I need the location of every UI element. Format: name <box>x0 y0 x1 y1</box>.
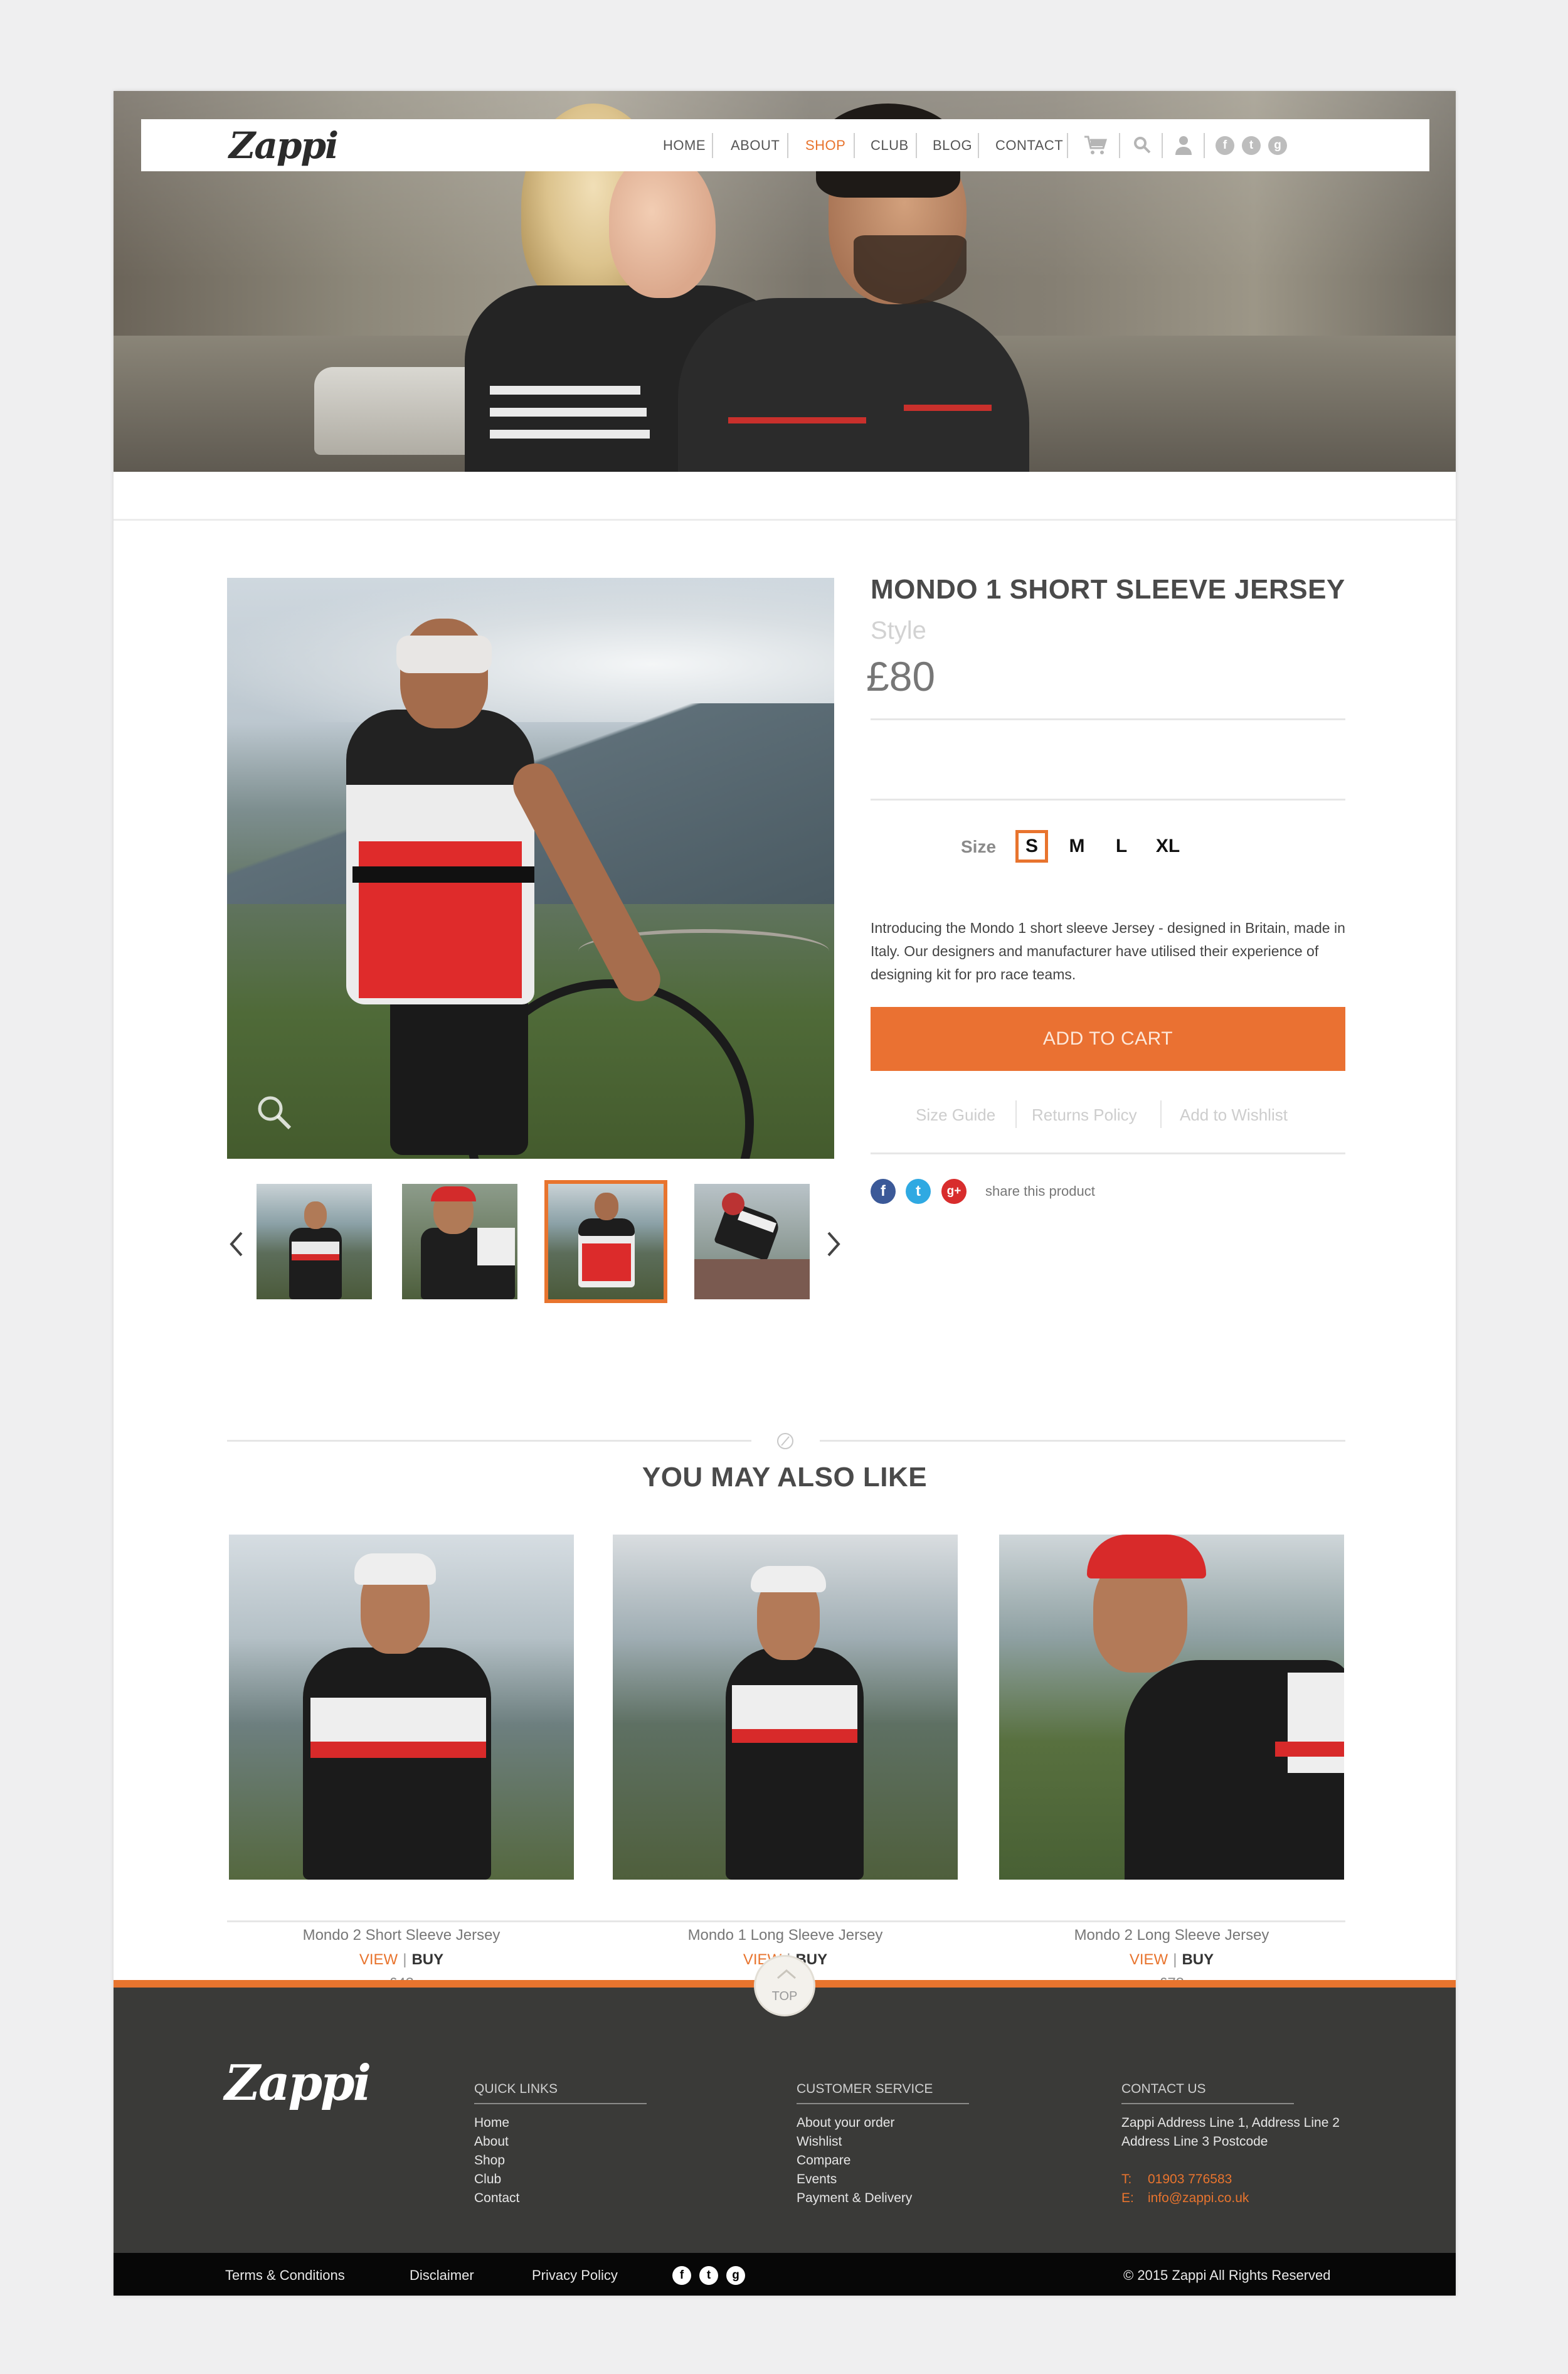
product-thumbnail-selected[interactable] <box>544 1180 667 1303</box>
contact-phone-label: T: <box>1121 2172 1132 2186</box>
size-option-xl[interactable]: XL <box>1146 830 1190 863</box>
footer-link-payment-delivery[interactable]: Payment & Delivery <box>797 2191 912 2206</box>
product-thumbnail[interactable] <box>694 1184 810 1299</box>
contact-address-line: Address Line 3 Postcode <box>1121 2134 1268 2149</box>
contact-email-label: E: <box>1121 2191 1134 2205</box>
footer-link-wishlist[interactable]: Wishlist <box>797 2134 842 2149</box>
logo[interactable]: Zappi <box>229 124 339 167</box>
page: Zappi HOME ABOUT SHOP CLUB BLOG CONTACT … <box>114 91 1456 2296</box>
product-style-label: Style <box>871 617 926 644</box>
add-to-cart-button[interactable]: ADD TO CART <box>871 1007 1345 1071</box>
disclaimer-link[interactable]: Disclaimer <box>410 2267 474 2284</box>
zoom-icon[interactable] <box>255 1094 293 1131</box>
view-link[interactable]: VIEW <box>1130 1951 1168 1968</box>
add-to-wishlist-link[interactable]: Add to Wishlist <box>1180 1105 1288 1125</box>
footer-link-club[interactable]: Club <box>474 2172 501 2187</box>
google-plus-icon[interactable]: g <box>726 2266 745 2285</box>
related-product-name[interactable]: Mondo 2 Long Sleeve Jersey <box>999 1927 1344 1944</box>
facebook-icon[interactable]: f <box>1216 136 1234 155</box>
nav-blog[interactable]: BLOG <box>933 137 972 154</box>
footer-link-compare[interactable]: Compare <box>797 2153 850 2168</box>
product-main-image[interactable] <box>227 578 834 1159</box>
related-product-image[interactable] <box>613 1535 958 1880</box>
google-plus-icon[interactable]: g+ <box>941 1179 967 1204</box>
size-label: Size <box>961 837 997 856</box>
related-product-name[interactable]: Mondo 1 Long Sleeve Jersey <box>613 1927 958 1944</box>
buy-link[interactable]: BUY <box>411 1951 443 1968</box>
product-description: Introducing the Mondo 1 short sleeve Jer… <box>871 920 1345 982</box>
divider <box>227 1440 751 1442</box>
divider <box>820 1440 1345 1442</box>
footer-logo[interactable]: Zappi <box>225 2055 371 2112</box>
nav-shop[interactable]: SHOP <box>805 137 845 154</box>
twitter-icon[interactable]: t <box>906 1179 931 1204</box>
divider <box>871 718 1345 720</box>
back-to-top-button[interactable]: TOP <box>754 1955 815 2016</box>
footer-link-events[interactable]: Events <box>797 2172 837 2187</box>
nav-home[interactable]: HOME <box>663 137 706 154</box>
copyright-text: © 2015 Zappi All Rights Reserved <box>1123 2267 1331 2283</box>
twitter-icon[interactable]: t <box>1242 136 1261 155</box>
related-product-image[interactable] <box>999 1535 1344 1880</box>
search-icon[interactable] <box>1133 136 1152 157</box>
cart-icon[interactable] <box>1083 134 1108 159</box>
size-option-s[interactable]: S <box>1015 830 1048 863</box>
footer-link-home[interactable]: Home <box>474 2116 509 2131</box>
contact-email[interactable]: info@zappi.co.uk <box>1148 2191 1249 2206</box>
chevron-up-icon <box>777 1969 796 1979</box>
quick-links-heading: QUICK LINKS <box>474 2082 647 2104</box>
footer-link-about-order[interactable]: About your order <box>797 2116 894 2131</box>
contact-phone[interactable]: 01903 776583 <box>1148 2172 1232 2187</box>
product-price: £80 <box>866 653 936 700</box>
contact-address-line: Zappi Address Line 1, Address Line 2 <box>1121 2116 1340 2130</box>
related-product-image[interactable] <box>229 1535 574 1880</box>
top-navbar: Zappi HOME ABOUT SHOP CLUB BLOG CONTACT … <box>141 119 1429 171</box>
product-thumbnail[interactable] <box>402 1184 517 1299</box>
footer-link-about[interactable]: About <box>474 2134 509 2149</box>
size-option-m[interactable]: M <box>1061 830 1093 863</box>
divider <box>871 1152 1345 1154</box>
buy-link[interactable]: BUY <box>1182 1951 1214 1968</box>
user-icon[interactable] <box>1174 135 1193 158</box>
subheader-bar <box>114 472 1456 521</box>
related-products-title: YOU MAY ALSO LIKE <box>642 1462 928 1493</box>
size-guide-link[interactable]: Size Guide <box>916 1105 995 1125</box>
footer: Zappi QUICK LINKS Home About Shop Club C… <box>114 1988 1456 2253</box>
divider <box>871 799 1345 801</box>
nav-contact[interactable]: CONTACT <box>995 137 1063 154</box>
back-to-top-label: TOP <box>771 1989 798 2003</box>
nav-about[interactable]: ABOUT <box>731 137 780 154</box>
thumbnail-prev-arrow[interactable] <box>224 1225 249 1263</box>
terms-link[interactable]: Terms & Conditions <box>225 2267 345 2284</box>
customer-service-heading: CUSTOMER SERVICE <box>797 2082 969 2104</box>
twitter-icon[interactable]: t <box>699 2266 718 2285</box>
view-link[interactable]: VIEW <box>359 1951 398 1968</box>
size-option-l[interactable]: L <box>1105 830 1138 863</box>
google-plus-icon[interactable]: g <box>1268 136 1287 155</box>
related-product-name[interactable]: Mondo 2 Short Sleeve Jersey <box>229 1927 574 1944</box>
nav-club[interactable]: CLUB <box>871 137 909 154</box>
footer-link-contact[interactable]: Contact <box>474 2191 519 2206</box>
footer-bottom-bar: Terms & Conditions Disclaimer Privacy Po… <box>114 2253 1456 2296</box>
divider-logo-icon <box>776 1432 795 1450</box>
footer-link-shop[interactable]: Shop <box>474 2153 505 2168</box>
product-thumbnail[interactable] <box>257 1184 372 1299</box>
share-product-text: share this product <box>985 1183 1095 1199</box>
returns-policy-link[interactable]: Returns Policy <box>1032 1105 1137 1125</box>
thumbnail-next-arrow[interactable] <box>821 1225 846 1263</box>
product-title: MONDO 1 SHORT SLEEVE JERSEY <box>871 574 1345 605</box>
facebook-icon[interactable]: f <box>672 2266 691 2285</box>
privacy-policy-link[interactable]: Privacy Policy <box>532 2267 618 2284</box>
divider <box>227 1920 1345 1922</box>
facebook-icon[interactable]: f <box>871 1179 896 1204</box>
contact-heading: CONTACT US <box>1121 2082 1294 2104</box>
